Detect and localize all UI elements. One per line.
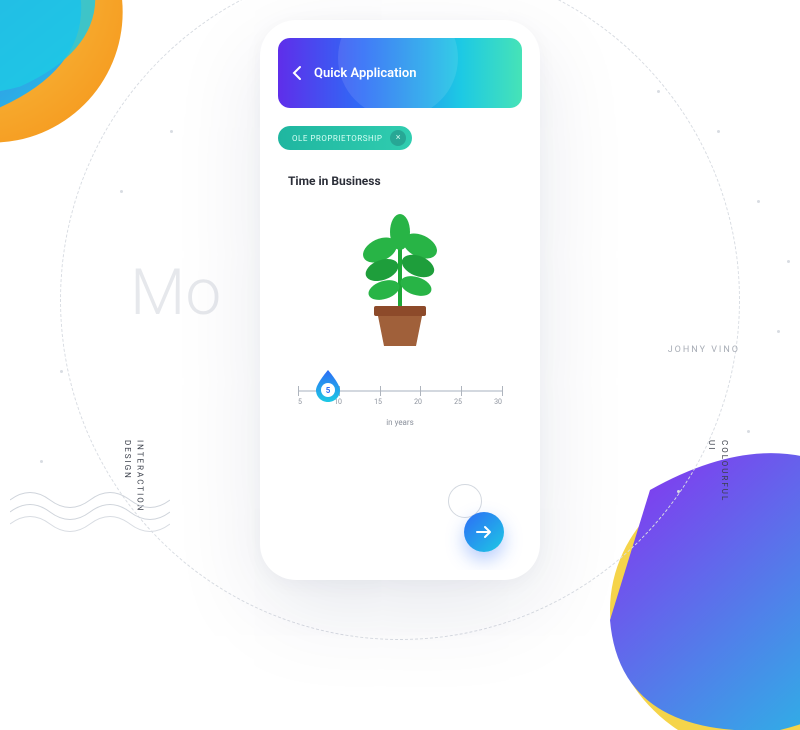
chevron-left-icon (292, 65, 302, 81)
bg-dot (787, 260, 790, 263)
app-header: Quick Application (278, 38, 522, 108)
plant-illustration (270, 214, 530, 354)
next-button[interactable] (464, 512, 504, 552)
bg-dot (677, 490, 680, 493)
side-label-colourful-ui: COLOURFULUI (704, 440, 730, 502)
business-type-chip[interactable]: OLE PROPRIETORSHIP × (278, 126, 412, 150)
slider-tick-label: 30 (494, 398, 502, 406)
water-drop-icon: 5 (314, 368, 342, 402)
watermark-text: Mo (130, 255, 221, 330)
bg-dot (120, 190, 123, 193)
svg-text:5: 5 (326, 386, 331, 395)
slider-tick-label: 5 (298, 398, 302, 406)
phone-screen: Quick Application OLE PROPRIETORSHIP × T… (270, 30, 530, 570)
slider-handle[interactable]: 5 (314, 368, 342, 406)
slider-tick-label: 15 (374, 398, 382, 406)
bg-dot (657, 90, 660, 93)
slider-tick-label: 25 (454, 398, 462, 406)
slider-tick-label: 20 (414, 398, 422, 406)
back-button[interactable] (292, 65, 302, 81)
chip-remove-button[interactable]: × (390, 130, 406, 146)
slider-unit-label: in years (298, 418, 502, 427)
chip-label: OLE PROPRIETORSHIP (292, 134, 382, 143)
app-title: Quick Application (314, 66, 417, 81)
section-title: Time in Business (288, 174, 530, 188)
bg-dot (40, 460, 43, 463)
arrow-right-icon (476, 525, 492, 539)
years-slider[interactable]: 5 5 10 15 20 25 30 in years (298, 390, 502, 427)
bg-dot (757, 200, 760, 203)
bg-wavy-lines (10, 480, 170, 540)
side-label-author: JOHNY VINO (668, 345, 740, 355)
bg-dot (60, 370, 63, 373)
bg-dot (747, 430, 750, 433)
bg-dot (777, 330, 780, 333)
phone-frame: Quick Application OLE PROPRIETORSHIP × T… (260, 20, 540, 580)
bg-dot (717, 130, 720, 133)
bg-dot (170, 130, 173, 133)
close-icon: × (396, 133, 401, 143)
